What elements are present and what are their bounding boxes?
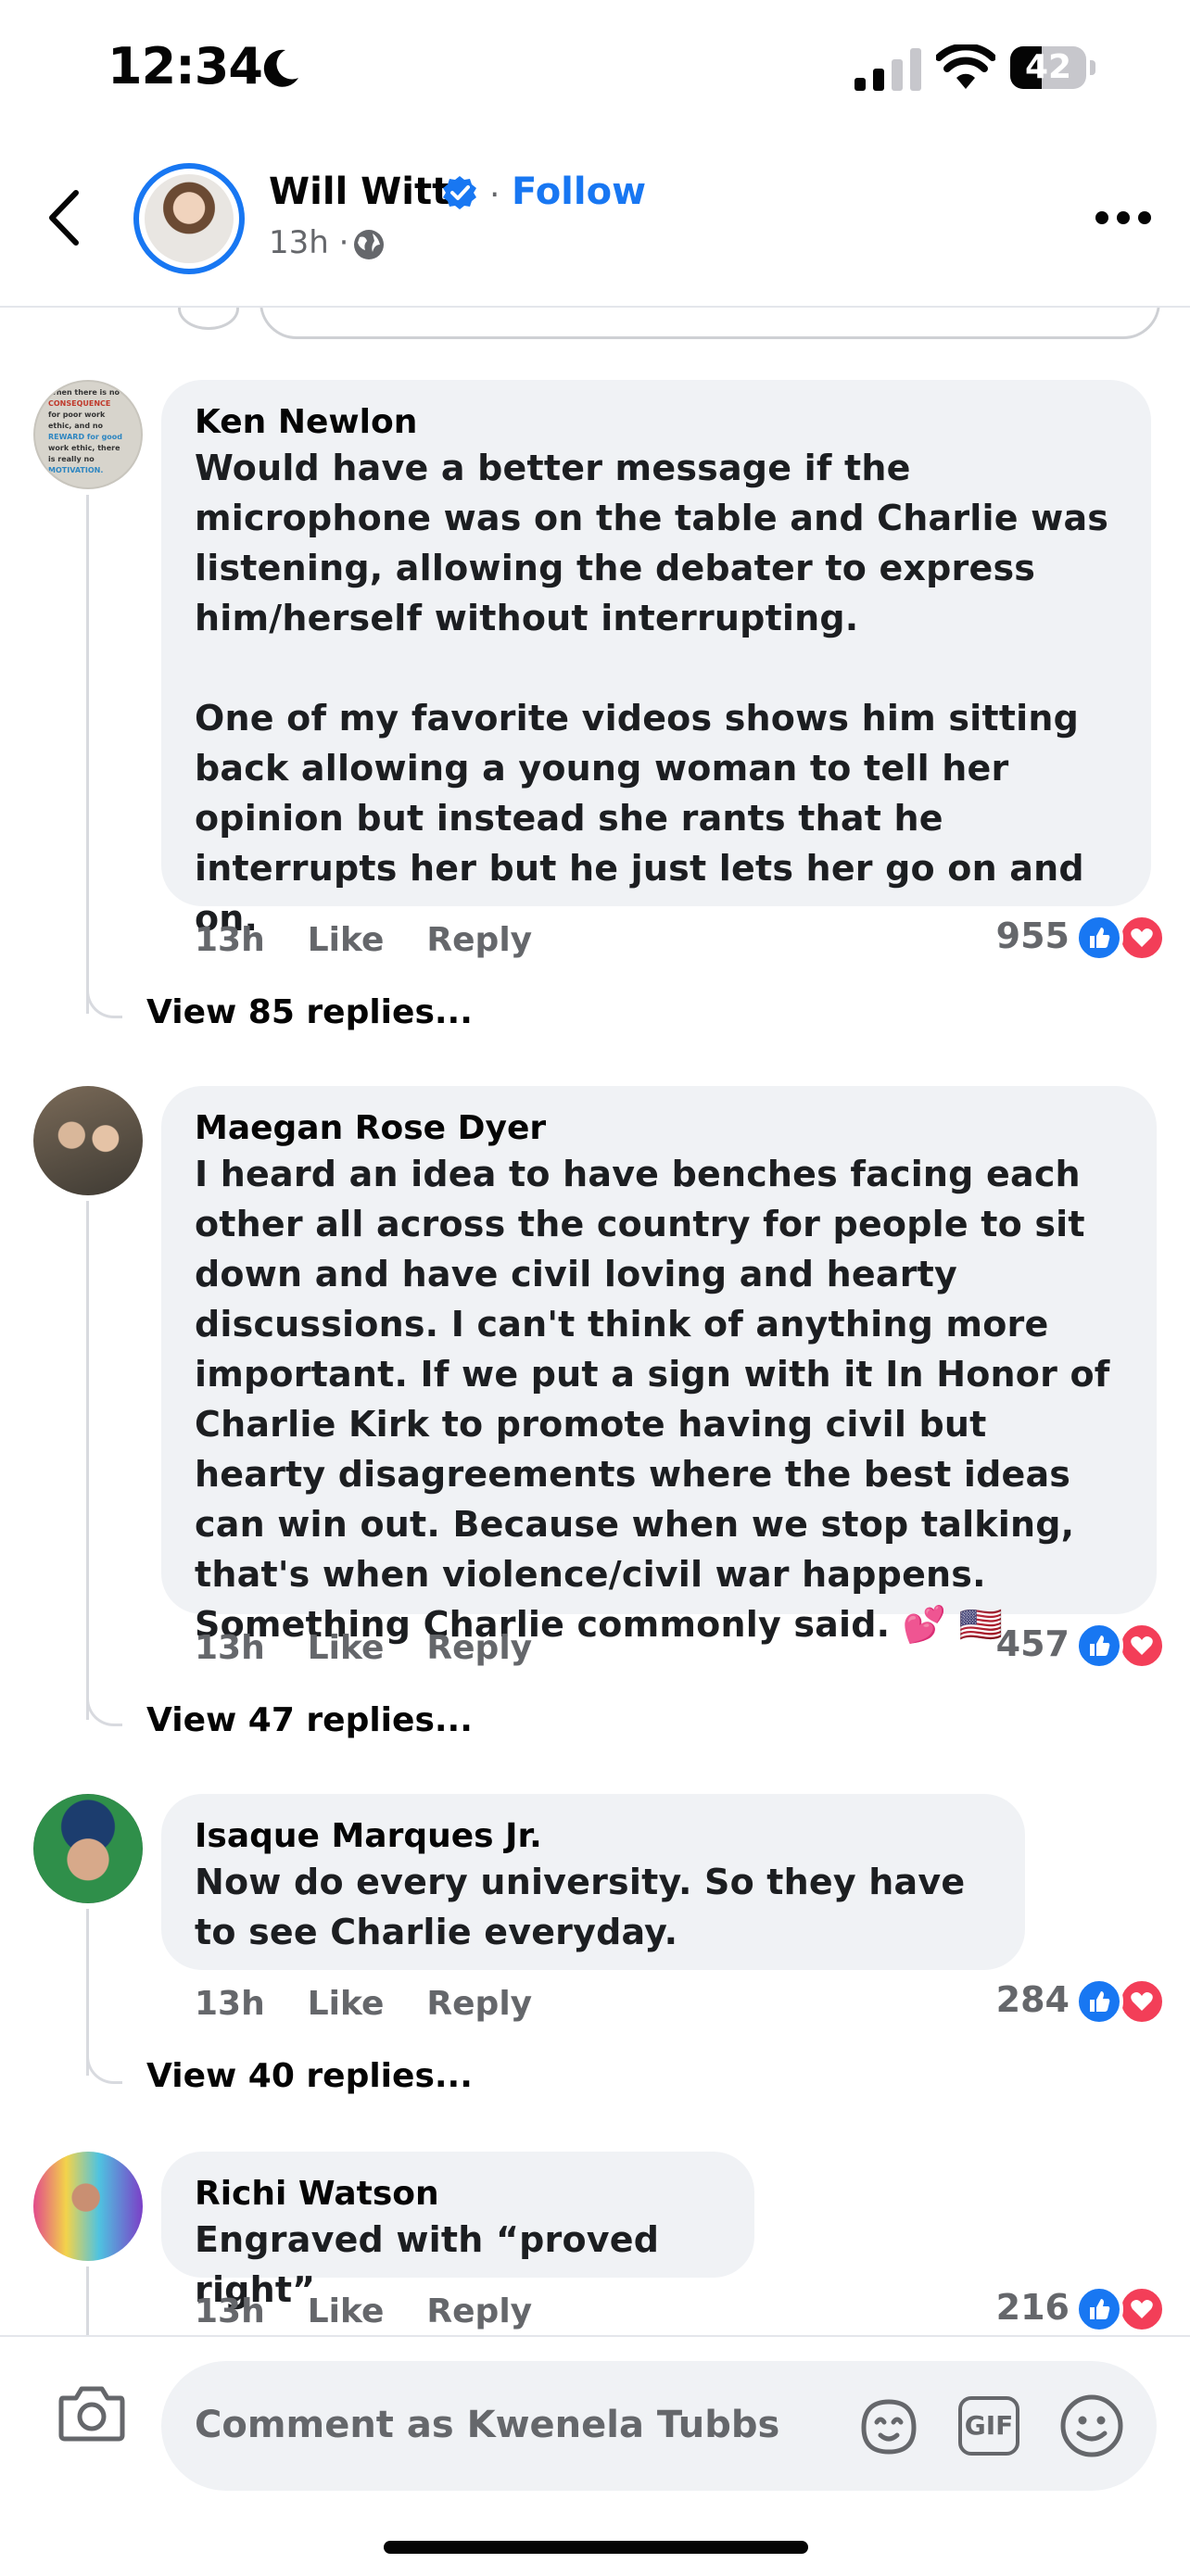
comment-text: I heard an idea to have benches facing e… xyxy=(195,1154,1122,1645)
reply-button[interactable]: Reply xyxy=(426,2292,532,2330)
commenter-avatar[interactable] xyxy=(33,2152,143,2261)
reaction-count: 955 xyxy=(995,915,1070,956)
comment-bubble[interactable]: Ken Newlon Would have a better message i… xyxy=(161,380,1151,939)
comment-composer: Comment as Kwenela Tubbs GIF xyxy=(0,2335,1190,2576)
comment-time: 13h xyxy=(195,1629,265,1667)
comment-author[interactable]: Ken Newlon xyxy=(195,402,1118,443)
love-reaction-icon xyxy=(1118,1977,1166,2026)
wifi-icon xyxy=(936,44,995,89)
emoji-icon[interactable] xyxy=(1058,2393,1125,2459)
reply-button[interactable]: Reply xyxy=(426,1629,532,1667)
author-avatar[interactable] xyxy=(133,163,245,274)
comment-actions: 13h Like Reply xyxy=(195,2292,575,2330)
love-reaction-icon xyxy=(1118,914,1166,962)
comment-bubble[interactable]: Richi Watson Engraved with “proved right… xyxy=(161,2152,754,2310)
like-button[interactable]: Like xyxy=(308,2292,385,2330)
comment-author[interactable]: Richi Watson xyxy=(195,2174,721,2215)
reply-button[interactable]: Reply xyxy=(426,1985,532,2023)
header-separator: · xyxy=(489,176,500,214)
author-name[interactable]: Will Witt xyxy=(269,170,449,213)
thread-connector xyxy=(86,2048,122,2084)
reaction-summary[interactable]: 457 xyxy=(971,1622,1166,1670)
home-indicator xyxy=(384,2541,808,2554)
like-button[interactable]: Like xyxy=(308,1985,385,2023)
reaction-summary[interactable]: 216 xyxy=(971,2285,1166,2333)
comment-text: Now do every university. So they have to… xyxy=(195,1862,978,1952)
post-header: Will Witt · Follow 13h · xyxy=(0,139,1190,308)
gif-icon[interactable]: GIF xyxy=(958,2396,1019,2456)
follow-button[interactable]: Follow xyxy=(512,170,646,213)
comments-list: When there is no CONSEQUENCE for poor wo… xyxy=(0,306,1190,2335)
reaction-summary[interactable]: 955 xyxy=(971,914,1166,962)
globe-icon xyxy=(354,230,384,259)
commenter-avatar[interactable] xyxy=(33,1086,143,1195)
like-button[interactable]: Like xyxy=(308,921,385,959)
back-chevron-icon[interactable] xyxy=(41,185,87,250)
more-icon[interactable] xyxy=(1094,204,1153,232)
thread-line xyxy=(86,2267,89,2335)
reply-button[interactable]: Reply xyxy=(426,921,532,959)
comment-author[interactable]: Maegan Rose Dyer xyxy=(195,1108,1123,1149)
reaction-summary[interactable]: 284 xyxy=(971,1977,1166,2026)
battery-icon: 42 xyxy=(1010,46,1095,89)
like-reaction-icon xyxy=(1075,2285,1123,2333)
thread-line xyxy=(86,495,89,1014)
reaction-count: 216 xyxy=(995,2287,1070,2328)
thread-connector xyxy=(86,1690,122,1726)
moon-icon xyxy=(263,49,298,87)
comment-time: 13h xyxy=(195,2292,265,2330)
comment-input[interactable]: Comment as Kwenela Tubbs GIF xyxy=(161,2361,1157,2491)
status-time: 12:34 xyxy=(108,37,263,95)
verified-badge-icon xyxy=(443,176,476,209)
comment-bubble[interactable]: Maegan Rose Dyer I heard an idea to have… xyxy=(161,1086,1157,1645)
camera-icon[interactable] xyxy=(57,2383,126,2443)
thread-line xyxy=(86,1201,89,1720)
view-replies-link[interactable]: View 40 replies... xyxy=(146,2057,473,2095)
post-time: 13h · xyxy=(269,224,349,261)
comment-time: 13h xyxy=(195,1985,265,2023)
comment-actions: 13h Like Reply xyxy=(195,921,575,959)
reaction-count: 284 xyxy=(995,1979,1070,2020)
previous-avatar xyxy=(178,306,239,330)
commenter-avatar[interactable]: When there is no CONSEQUENCE for poor wo… xyxy=(33,380,143,489)
status-bar: 12:34 42 xyxy=(0,0,1190,139)
like-reaction-icon xyxy=(1075,1622,1123,1670)
like-button[interactable]: Like xyxy=(308,1629,385,1667)
view-replies-link[interactable]: View 85 replies... xyxy=(146,993,473,1031)
like-reaction-icon xyxy=(1075,1977,1123,2026)
comment-author[interactable]: Isaque Marques Jr. xyxy=(195,1816,992,1857)
comment-bubble[interactable]: Isaque Marques Jr. Now do every universi… xyxy=(161,1794,1025,1970)
love-reaction-icon xyxy=(1118,1622,1166,1670)
previous-comment-bubble xyxy=(260,306,1160,339)
love-reaction-icon xyxy=(1118,2285,1166,2333)
comment-actions: 13h Like Reply xyxy=(195,1629,575,1667)
like-reaction-icon xyxy=(1075,914,1123,962)
view-replies-link[interactable]: View 47 replies... xyxy=(146,1701,473,1739)
comment-placeholder: Comment as Kwenela Tubbs xyxy=(195,2404,780,2446)
commenter-avatar[interactable] xyxy=(33,1794,143,1903)
reaction-count: 457 xyxy=(995,1623,1070,1664)
comment-actions: 13h Like Reply xyxy=(195,1985,575,2023)
comment-text: Would have a better message if the micro… xyxy=(195,448,1109,939)
thread-connector xyxy=(86,982,122,1018)
signal-icon xyxy=(855,48,921,91)
sticker-icon[interactable] xyxy=(856,2394,921,2459)
comment-time: 13h xyxy=(195,921,265,959)
